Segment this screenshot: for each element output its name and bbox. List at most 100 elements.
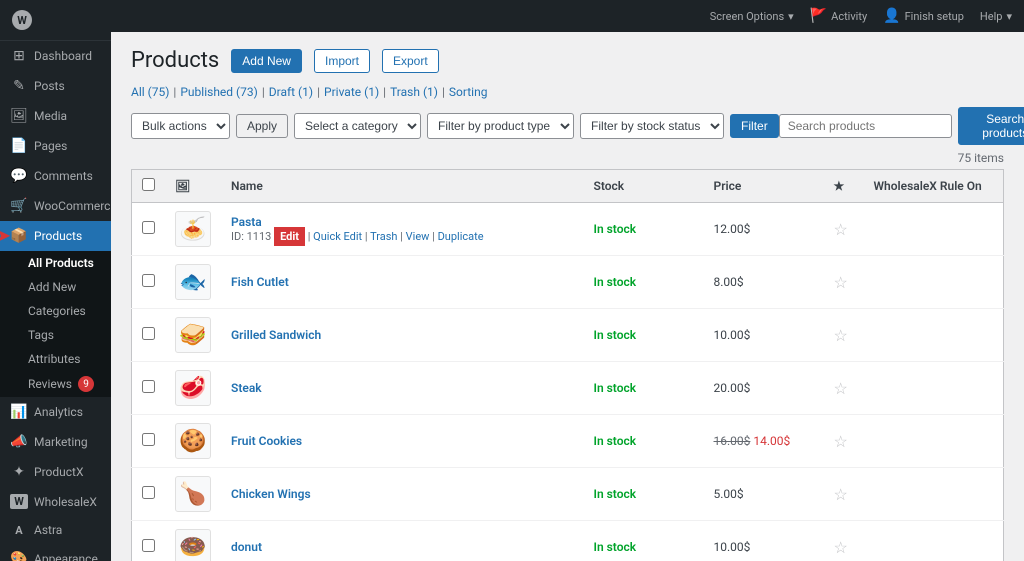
star-icon[interactable]: ☆ xyxy=(834,220,848,239)
products-tbody: 🍝 Pasta ID: 1113 Edit | Quick Edit | Tra… xyxy=(132,203,1004,561)
view-link[interactable]: View xyxy=(406,230,430,243)
main-area: Screen Options ▾ 🚩 Activity 👤 Finish set… xyxy=(111,0,1024,561)
bulk-actions-select[interactable]: Bulk actions xyxy=(131,113,230,139)
row-wholesale-cell xyxy=(864,521,1004,561)
screen-options-chevron-icon: ▾ xyxy=(788,10,794,23)
category-select[interactable]: Select a category xyxy=(294,113,421,139)
sidebar-item-astra[interactable]: A Astra xyxy=(0,516,111,544)
row-star-cell: ☆ xyxy=(824,256,864,309)
row-stock-cell: In stock xyxy=(584,309,704,362)
sidebar-item-appearance[interactable]: 🎨 Appearance xyxy=(0,544,111,561)
sidebar-logo[interactable]: W xyxy=(0,0,111,41)
product-name-link[interactable]: Steak xyxy=(231,381,262,395)
table-row: 🍪 Fruit Cookies Edit | Quick Edit | Tras… xyxy=(132,415,1004,468)
edit-link[interactable]: Edit xyxy=(274,227,305,246)
finish-setup-btn[interactable]: 👤 Finish setup xyxy=(883,8,964,24)
row-checkbox-cell xyxy=(132,468,166,521)
submenu-attributes[interactable]: Attributes xyxy=(0,347,111,371)
sidebar-item-wholesalex[interactable]: W WholesaleX xyxy=(0,487,111,516)
sidebar-item-marketing[interactable]: 📣 Marketing xyxy=(0,427,111,457)
submenu-reviews[interactable]: Reviews 9 xyxy=(0,371,111,397)
export-button[interactable]: Export xyxy=(382,49,439,73)
product-thumbnail: 🥪 xyxy=(175,317,211,353)
sidebar-item-woocommerce[interactable]: 🛒 WooCommerce xyxy=(0,191,111,221)
tab-published[interactable]: Published (73) xyxy=(180,85,257,99)
appearance-icon: 🎨 xyxy=(10,551,28,561)
row-checkbox[interactable] xyxy=(142,433,155,446)
star-icon[interactable]: ☆ xyxy=(834,432,848,451)
sidebar-item-productx[interactable]: ✦ ProductX xyxy=(0,457,111,487)
filter-button[interactable]: Filter xyxy=(730,114,779,138)
search-products-button[interactable]: Search products xyxy=(958,107,1024,145)
apply-button[interactable]: Apply xyxy=(236,114,288,138)
tabs-bar: All (75) | Published (73) | Draft (1) | … xyxy=(131,85,1004,99)
select-all-checkbox[interactable] xyxy=(142,178,155,191)
screen-options-btn[interactable]: Screen Options ▾ xyxy=(710,10,794,23)
help-btn[interactable]: Help ▾ xyxy=(980,10,1012,23)
sidebar-item-dashboard[interactable]: ⊞ Dashboard xyxy=(0,41,111,71)
sidebar-item-comments[interactable]: 💬 Comments xyxy=(0,161,111,191)
sale-price: 14.00$ xyxy=(753,434,790,448)
sidebar-item-pages[interactable]: 📄 Pages xyxy=(0,131,111,161)
items-count: 75 items xyxy=(131,151,1004,165)
row-checkbox-cell xyxy=(132,415,166,468)
activity-btn[interactable]: 🚩 Activity xyxy=(810,8,867,24)
products-table: 🖼 Name Stock Price ★ WholesaleX Rule On … xyxy=(131,169,1004,561)
submenu-add-new[interactable]: Add New xyxy=(0,275,111,299)
price: 10.00$ xyxy=(714,540,751,554)
submenu-all-products[interactable]: All Products xyxy=(0,251,111,275)
stock-status: In stock xyxy=(594,222,637,236)
price: 20.00$ xyxy=(714,381,751,395)
row-checkbox[interactable] xyxy=(142,327,155,340)
sidebar-item-media[interactable]: 🖼 Media xyxy=(0,101,111,131)
row-name-cell: Fruit Cookies Edit | Quick Edit | Trash … xyxy=(221,415,584,468)
product-name-link[interactable]: donut xyxy=(231,540,262,554)
header-stock-col: Stock xyxy=(584,170,704,203)
product-name-link[interactable]: Fruit Cookies xyxy=(231,434,302,448)
product-name-link[interactable]: Pasta xyxy=(231,215,262,229)
star-icon[interactable]: ☆ xyxy=(834,538,848,557)
search-input[interactable] xyxy=(779,114,952,138)
product-name-link[interactable]: Fish Cutlet xyxy=(231,275,289,289)
import-button[interactable]: Import xyxy=(314,49,370,73)
header-name-col[interactable]: Name xyxy=(221,170,584,203)
tab-draft[interactable]: Draft (1) xyxy=(269,85,313,99)
stock-status: In stock xyxy=(594,381,637,395)
star-icon[interactable]: ☆ xyxy=(834,273,848,292)
tab-trash[interactable]: Trash (1) xyxy=(390,85,438,99)
tab-private[interactable]: Private (1) xyxy=(324,85,379,99)
product-name-link[interactable]: Grilled Sandwich xyxy=(231,328,321,342)
product-type-select[interactable]: Filter by product type xyxy=(427,113,574,139)
stock-status-select[interactable]: Filter by stock status xyxy=(580,113,724,139)
row-name-cell: Grilled Sandwich Edit | Quick Edit | Tra… xyxy=(221,309,584,362)
submenu-categories[interactable]: Categories xyxy=(0,299,111,323)
sidebar-item-products[interactable]: 📦 Products ➤ xyxy=(0,221,111,251)
star-icon[interactable]: ☆ xyxy=(834,485,848,504)
sidebar-item-analytics[interactable]: 📊 Analytics xyxy=(0,397,111,427)
duplicate-link[interactable]: Duplicate xyxy=(438,230,484,243)
sidebar-item-label: Marketing xyxy=(34,435,88,449)
add-new-button[interactable]: Add New xyxy=(231,49,302,73)
row-price-cell: 10.00$ xyxy=(704,309,824,362)
star-icon[interactable]: ☆ xyxy=(834,379,848,398)
product-name-link[interactable]: Chicken Wings xyxy=(231,487,311,501)
row-checkbox[interactable] xyxy=(142,380,155,393)
tab-sorting[interactable]: Sorting xyxy=(449,85,488,99)
row-checkbox[interactable] xyxy=(142,221,155,234)
tab-all[interactable]: All (75) xyxy=(131,85,169,99)
submenu-tags[interactable]: Tags xyxy=(0,323,111,347)
row-wholesale-cell xyxy=(864,203,1004,256)
trash-link[interactable]: Trash xyxy=(370,230,397,243)
header-star-col[interactable]: ★ xyxy=(824,170,864,203)
star-icon[interactable]: ☆ xyxy=(834,326,848,345)
filters-left: Bulk actions Apply Select a category Fil… xyxy=(131,113,779,139)
row-checkbox[interactable] xyxy=(142,539,155,552)
product-thumbnail: 🍗 xyxy=(175,476,211,512)
row-checkbox[interactable] xyxy=(142,486,155,499)
help-chevron-icon: ▾ xyxy=(1006,10,1012,23)
row-wholesale-cell xyxy=(864,309,1004,362)
sidebar-item-posts[interactable]: ✎ Posts xyxy=(0,71,111,101)
quick-edit-link[interactable]: Quick Edit xyxy=(313,230,362,243)
row-checkbox[interactable] xyxy=(142,274,155,287)
sidebar-item-label: Comments xyxy=(34,169,93,183)
